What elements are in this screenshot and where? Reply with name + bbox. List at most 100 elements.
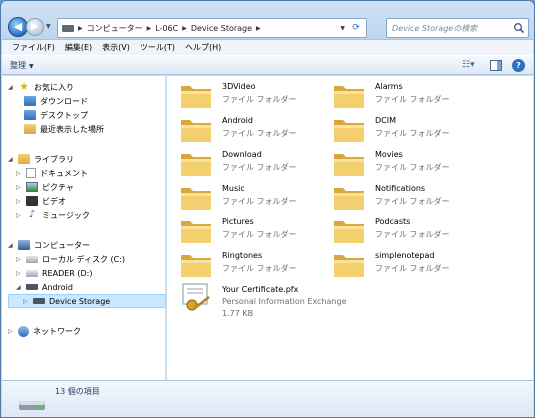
file-item[interactable]: Your Certificate.pfx Personal Information… xyxy=(179,280,347,318)
menu-tools[interactable]: ツール(T) xyxy=(135,42,180,53)
nav-pictures-label: ピクチャ xyxy=(42,182,74,192)
menu-file[interactable]: ファイル(F) xyxy=(7,42,60,53)
address-dropdown-icon[interactable]: ▼ xyxy=(340,25,345,32)
item-count: 13 個の項目 xyxy=(55,387,100,396)
folder-icon xyxy=(332,80,366,110)
nav-desktop-label: デスクトップ xyxy=(40,110,88,120)
organize-button[interactable]: 整理 ▼ xyxy=(10,60,34,71)
collapsed-arrow-icon[interactable]: ▷ xyxy=(16,184,22,191)
nav-videos-label: ビデオ xyxy=(42,196,66,206)
nav-pictures[interactable]: ▷ ピクチャ xyxy=(16,180,74,194)
file-type: ファイル フォルダー xyxy=(222,197,297,206)
collapsed-arrow-icon[interactable]: ▷ xyxy=(16,212,22,219)
collapsed-arrow-icon[interactable]: ▷ xyxy=(16,170,22,177)
file-type: ファイル フォルダー xyxy=(375,129,450,138)
nav-reader[interactable]: ▷ READER (D:) xyxy=(16,266,93,280)
expanded-arrow-icon[interactable]: ◢ xyxy=(8,242,14,249)
file-list: 3DVideo ファイル フォルダー Alarms ファイル フォルダー Android… xyxy=(167,76,533,380)
file-type: ファイル フォルダー xyxy=(375,95,450,104)
folder-icon xyxy=(179,114,213,144)
folder-item[interactable]: Download ファイル フォルダー xyxy=(179,145,329,179)
organize-label: 整理 xyxy=(10,60,26,70)
network-icon xyxy=(18,325,29,337)
nav-videos[interactable]: ▷ ビデオ xyxy=(16,194,66,208)
breadcrumb-computer[interactable]: コンピューター xyxy=(87,23,143,34)
expanded-arrow-icon[interactable]: ◢ xyxy=(16,284,22,291)
address-bar[interactable]: ▶ コンピューター ▶ L-06C ▶ Device Storage ▶ ▼ ⟳ xyxy=(57,18,367,38)
file-type: ファイル フォルダー xyxy=(375,197,450,206)
menu-view[interactable]: 表示(V) xyxy=(97,42,135,53)
folder-item[interactable]: Notifications ファイル フォルダー xyxy=(332,179,482,213)
star-icon: ★ xyxy=(19,80,29,93)
removable-drive-icon xyxy=(26,269,38,277)
computer-icon xyxy=(18,240,30,250)
nav-computer[interactable]: ◢ コンピューター xyxy=(8,238,90,252)
collapsed-arrow-icon[interactable]: ▷ xyxy=(16,270,22,277)
folder-item[interactable]: simplenotepad ファイル フォルダー xyxy=(332,246,482,280)
nav-network[interactable]: ▷ ネットワーク xyxy=(8,324,81,338)
nav-device-storage-label: Device Storage xyxy=(49,296,111,306)
nav-music[interactable]: ▷ ♪ ミュージック xyxy=(16,208,90,222)
nav-downloads[interactable]: ダウンロード xyxy=(24,94,88,108)
search-icon[interactable] xyxy=(513,22,525,34)
folder-item[interactable]: Movies ファイル フォルダー xyxy=(332,145,482,179)
folder-item[interactable]: Pictures ファイル フォルダー xyxy=(179,212,329,246)
nav-favorites[interactable]: ◢ ★ お気に入り xyxy=(8,80,74,94)
chevron-right-icon[interactable]: ▶ xyxy=(78,25,83,32)
search-input[interactable]: Device Storageの検索 xyxy=(386,18,529,38)
expanded-arrow-icon[interactable]: ◢ xyxy=(8,156,14,163)
preview-pane-icon[interactable] xyxy=(490,60,502,71)
folder-icon xyxy=(332,114,366,144)
nav-music-label: ミュージック xyxy=(42,210,90,220)
collapsed-arrow-icon[interactable]: ▷ xyxy=(23,298,29,305)
file-name: Download xyxy=(222,150,262,159)
collapsed-arrow-icon[interactable]: ▷ xyxy=(16,256,22,263)
folder-item[interactable]: Music ファイル フォルダー xyxy=(179,179,329,213)
certificate-icon xyxy=(179,283,213,313)
nav-recent-places[interactable]: 最近表示した場所 xyxy=(24,122,104,136)
breadcrumb-storage[interactable]: Device Storage xyxy=(191,24,252,33)
nav-libraries[interactable]: ◢ ライブラリ xyxy=(8,152,74,166)
change-view-icon[interactable]: ☷▾ xyxy=(462,60,480,72)
expanded-arrow-icon[interactable]: ◢ xyxy=(8,84,14,91)
collapsed-arrow-icon[interactable]: ▷ xyxy=(8,328,14,335)
folder-item[interactable]: 3DVideo ファイル フォルダー xyxy=(179,77,329,111)
pictures-icon xyxy=(26,182,38,192)
menu-bar: ファイル(F) 編集(E) 表示(V) ツール(T) ヘルプ(H) xyxy=(2,39,533,55)
folder-item[interactable]: Alarms ファイル フォルダー xyxy=(332,77,482,111)
search-placeholder: Device Storageの検索 xyxy=(392,23,478,33)
nav-documents-label: ドキュメント xyxy=(40,168,88,178)
nav-computer-label: コンピューター xyxy=(34,240,90,250)
menu-help[interactable]: ヘルプ(H) xyxy=(180,42,226,53)
folder-item[interactable]: Podcasts ファイル フォルダー xyxy=(332,212,482,246)
breadcrumb-device[interactable]: L-06C xyxy=(155,24,178,33)
chevron-right-icon[interactable]: ▶ xyxy=(182,25,187,32)
chevron-right-icon[interactable]: ▶ xyxy=(147,25,152,32)
collapsed-arrow-icon[interactable]: ▷ xyxy=(16,198,22,205)
folder-icon xyxy=(332,148,366,178)
recent-pages-dropdown[interactable]: ▼ xyxy=(46,23,51,30)
forward-button[interactable]: ▶ xyxy=(26,18,44,36)
folder-item[interactable]: DCIM ファイル フォルダー xyxy=(332,111,482,145)
nav-network-label: ネットワーク xyxy=(33,326,81,336)
file-type: ファイル フォルダー xyxy=(222,163,297,172)
refresh-icon[interactable]: ⟳ xyxy=(349,22,363,34)
folder-item[interactable]: Android ファイル フォルダー xyxy=(179,111,329,145)
nav-device-storage[interactable]: ▷ Device Storage xyxy=(8,294,166,308)
videos-icon xyxy=(26,196,38,206)
file-name: Alarms xyxy=(375,82,403,91)
help-icon[interactable]: ? xyxy=(512,59,525,72)
nav-android[interactable]: ◢ Android xyxy=(16,280,73,294)
back-button[interactable]: ◀ xyxy=(8,17,28,37)
nav-local-disk[interactable]: ▷ ローカル ディスク (C:) xyxy=(16,252,125,266)
navigation-pane: ◢ ★ お気に入り ダウンロード デスクトップ 最近表示した場所 ◢ ライブラリ… xyxy=(2,76,166,380)
folder-icon xyxy=(332,182,366,212)
hard-drive-icon xyxy=(26,255,38,263)
menu-edit[interactable]: 編集(E) xyxy=(60,42,97,53)
nav-desktop[interactable]: デスクトップ xyxy=(24,108,88,122)
nav-documents[interactable]: ▷ ドキュメント xyxy=(16,166,88,180)
chevron-right-icon[interactable]: ▶ xyxy=(256,25,261,32)
folder-item[interactable]: Ringtones ファイル フォルダー xyxy=(179,246,329,280)
file-type: ファイル フォルダー xyxy=(222,264,297,273)
explorer-window: ◀ ▶ ▼ ▶ コンピューター ▶ L-06C ▶ Device Storage… xyxy=(0,0,535,418)
